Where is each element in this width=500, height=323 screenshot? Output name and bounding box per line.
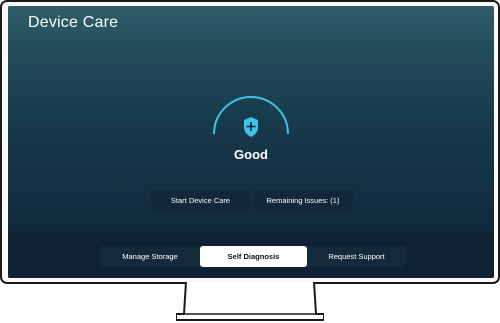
header-bar: Device Care	[8, 6, 494, 40]
tab-self-diagnosis[interactable]: Self Diagnosis	[200, 246, 307, 267]
tab-label: Manage Storage	[122, 252, 178, 261]
tab-request-support[interactable]: Request Support	[307, 246, 406, 267]
remaining-issues-label: Remaining Issues: (1)	[266, 195, 340, 205]
tab-manage-storage[interactable]: Manage Storage	[100, 246, 200, 267]
start-device-care-button[interactable]: Start Device Care	[151, 190, 250, 210]
start-device-care-label: Start Device Care	[170, 195, 231, 205]
page-title: Device Care	[28, 14, 119, 31]
tab-label: Request Support	[328, 252, 385, 261]
tv-screen: Device Care Good Start Device Care Remai…	[8, 6, 494, 278]
status-label: Good	[234, 147, 268, 162]
remaining-issues-button[interactable]: Remaining Issues: (1)	[253, 190, 353, 210]
shield-plus-icon	[244, 117, 258, 137]
tab-bar: Manage Storage Self Diagnosis Request Su…	[100, 246, 406, 267]
monitor-stand	[176, 282, 324, 321]
tab-label: Self Diagnosis	[227, 252, 280, 261]
monitor-frame: Device Care Good Start Device Care Remai…	[0, 0, 500, 284]
